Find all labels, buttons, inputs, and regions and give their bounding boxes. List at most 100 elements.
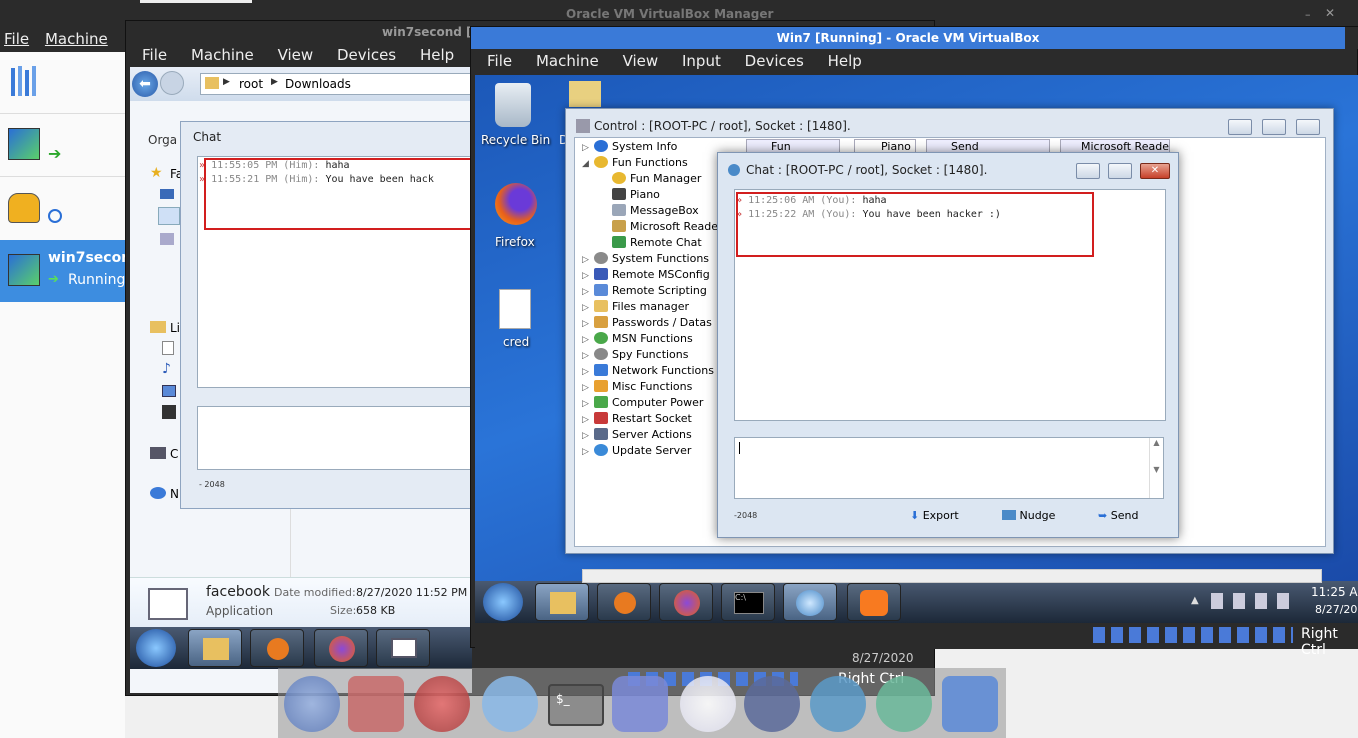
tree-piano[interactable]: Piano [612, 187, 660, 203]
tree-remote-msconfig[interactable]: ▷ Remote MSConfig [582, 267, 710, 283]
chat-input[interactable] [197, 406, 473, 470]
export-button[interactable]: ⬇ Export [910, 509, 959, 522]
sidebar-libraries[interactable]: Li [170, 321, 180, 335]
tree-system-info[interactable]: ▷ System Info [582, 139, 677, 155]
script-icon [594, 284, 608, 296]
tree-remote-chat[interactable]: Remote Chat [612, 235, 702, 251]
address-bar[interactable]: ▶ root ▶ Downloads [200, 73, 472, 95]
maximize-button[interactable] [1262, 119, 1286, 135]
cherry-dock-icon[interactable] [414, 676, 470, 732]
breadcrumb-root[interactable]: root [239, 77, 263, 91]
forward-button[interactable] [160, 71, 184, 95]
win7-os-icon [8, 254, 40, 286]
menu-file[interactable]: File [0, 28, 33, 50]
taskbar-explorer[interactable] [188, 629, 242, 667]
tree-msn-functions[interactable]: ▷ MSN Functions [582, 331, 693, 347]
piano-icon [612, 188, 626, 200]
discord-dock-icon[interactable] [612, 676, 668, 732]
menu-input[interactable]: Input [672, 50, 731, 72]
vm-item-other[interactable] [0, 176, 125, 240]
vscode-dock-icon[interactable] [942, 676, 998, 732]
menu-machine[interactable]: Machine [37, 28, 116, 50]
nudge-button[interactable]: Nudge [1002, 509, 1055, 522]
power-off-icon [48, 209, 62, 223]
menu-view[interactable]: View [268, 44, 324, 66]
menu-help[interactable]: Help [410, 44, 464, 66]
tree-spy-functions[interactable]: ▷ Spy Functions [582, 347, 689, 363]
tree-fun-manager[interactable]: Fun Manager [612, 171, 701, 187]
tree-network-functions[interactable]: ▷ Network Functions [582, 363, 714, 379]
tree-update-server[interactable]: ▷ Update Server [582, 443, 691, 459]
sidebar-network[interactable]: N [170, 487, 179, 501]
start-button[interactable] [136, 629, 176, 667]
firefox-icon[interactable] [495, 183, 537, 225]
favorites-star-icon: ★ [150, 165, 163, 181]
server-icon [594, 428, 608, 440]
maximize-button[interactable] [1108, 163, 1132, 179]
telegram-dock-icon[interactable] [482, 676, 538, 732]
menu-help[interactable]: Help [818, 50, 872, 72]
send-button[interactable]: ➥ Send [1098, 509, 1138, 522]
tree-restart-socket[interactable]: ▷ Restart Socket [582, 411, 692, 427]
menu-machine[interactable]: Machine [181, 44, 264, 66]
menu-file[interactable]: File [132, 44, 177, 66]
menu-machine[interactable]: Machine [526, 50, 609, 72]
taskbar-app[interactable] [376, 629, 430, 667]
tree-fun-functions[interactable]: ◢ Fun Functions [582, 155, 688, 171]
firefox-label: Firefox [495, 235, 535, 249]
minimize-button[interactable] [1228, 119, 1252, 135]
chat-input[interactable]: ▲ ▼ [734, 437, 1164, 499]
back-button[interactable]: ⬅ [132, 71, 158, 97]
close-icon[interactable]: ✕ [1325, 6, 1339, 20]
show-hidden-icons[interactable]: ▲ [1191, 595, 1199, 606]
minimize-button[interactable] [1076, 163, 1100, 179]
menu-devices[interactable]: Devices [327, 44, 406, 66]
folder-icon[interactable] [569, 81, 601, 107]
input-scrollbar[interactable]: ▲ ▼ [1149, 438, 1163, 498]
close-button[interactable]: ✕ [1140, 163, 1170, 179]
organize-button[interactable]: Orga [148, 133, 177, 147]
tree-computer-power[interactable]: ▷ Computer Power [582, 395, 703, 411]
char-counter: - 2048 [199, 480, 225, 489]
vm-item-win7second[interactable]: win7second ➔ Running [0, 240, 141, 302]
horizontal-scrollbar[interactable] [582, 569, 1322, 583]
taskbar-rat[interactable] [783, 583, 837, 621]
tree-remote-scripting[interactable]: ▷ Remote Scripting [582, 283, 707, 299]
close-button[interactable] [1296, 119, 1320, 135]
taskbar-explorer[interactable] [535, 583, 589, 621]
minimize-icon[interactable]: – [1305, 8, 1317, 21]
firefox-dock-icon[interactable] [284, 676, 340, 732]
menu-view[interactable]: View [613, 50, 669, 72]
taskbar-media[interactable] [597, 583, 651, 621]
menu-file[interactable]: File [477, 50, 522, 72]
terminal-dock-icon[interactable]: $_ [548, 684, 604, 726]
sidebar-computer[interactable]: C [170, 447, 178, 461]
tree-messagebox[interactable]: MessageBox [612, 203, 699, 219]
tree-passwords[interactable]: ▷ Passwords / Datas [582, 315, 712, 331]
shield-dock-icon[interactable] [348, 676, 404, 732]
vm-item-win7[interactable]: ➔ [0, 114, 125, 176]
monitor-dock-icon[interactable] [744, 676, 800, 732]
atom-dock-icon[interactable] [876, 676, 932, 732]
download-arrow-icon: ⬇ [910, 509, 920, 522]
tree-system-functions[interactable]: ▷ System Functions [582, 251, 709, 267]
taskbar-media[interactable] [250, 629, 304, 667]
taskbar-firefox[interactable] [314, 629, 368, 667]
menu-devices[interactable]: Devices [735, 50, 814, 72]
tree-misc-functions[interactable]: ▷ Misc Functions [582, 379, 692, 395]
tree-files-manager[interactable]: ▷ Files manager [582, 299, 689, 315]
chat-app-icon [728, 164, 740, 176]
chart-dock-icon[interactable] [810, 676, 866, 732]
taskbar-cmd[interactable]: C:\ [721, 583, 775, 621]
host-key-label: Right Ctrl [1301, 626, 1338, 658]
file-icon[interactable] [499, 289, 531, 329]
tree-server-actions[interactable]: ▷ Server Actions [582, 427, 692, 443]
slack-dock-icon[interactable] [680, 676, 736, 732]
taskbar-firefox[interactable] [659, 583, 713, 621]
taskbar-xampp[interactable] [847, 583, 901, 621]
breadcrumb-downloads[interactable]: Downloads [285, 77, 351, 91]
tools-icon[interactable] [8, 64, 40, 100]
tree-microsoft-reader[interactable]: Microsoft Reader [612, 219, 723, 235]
recycle-bin-icon[interactable] [495, 83, 531, 127]
start-button[interactable] [483, 583, 523, 621]
